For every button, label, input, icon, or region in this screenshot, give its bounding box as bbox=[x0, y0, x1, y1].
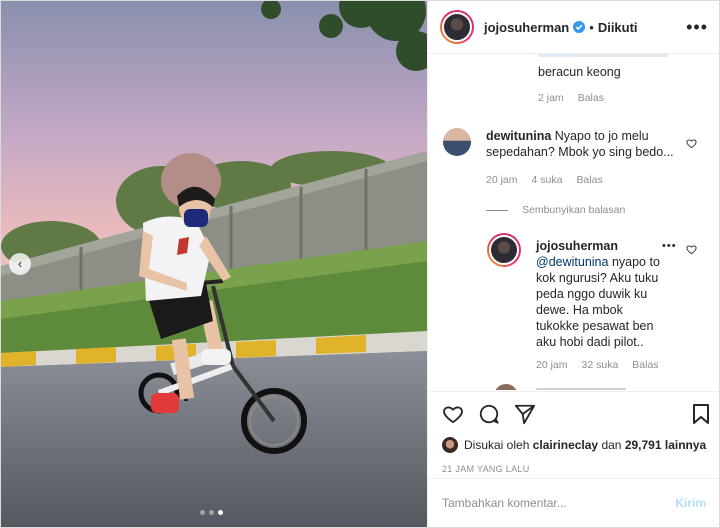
clipped-comment-fragment bbox=[536, 388, 626, 390]
carousel-indicator bbox=[200, 510, 223, 515]
avatar[interactable] bbox=[442, 437, 458, 453]
comment-meta: 2 jam Balas bbox=[538, 92, 604, 104]
reply-button[interactable]: Balas bbox=[632, 359, 658, 371]
comment-time[interactable]: 2 jam bbox=[538, 92, 564, 104]
reply-meta: 20 jam 32 suka Balas bbox=[536, 359, 659, 371]
post-comment-button[interactable]: Kirim bbox=[675, 496, 706, 510]
avatar[interactable] bbox=[440, 10, 474, 44]
liker-username[interactable]: clairineclay bbox=[533, 438, 598, 452]
post-actions: Disukai oleh clairineclay dan 29,791 lai… bbox=[428, 391, 719, 474]
post-author-username[interactable]: jojosuherman bbox=[484, 20, 569, 35]
comment-body: dewitunina Nyapo to jo melu sepedahan? M… bbox=[486, 128, 676, 160]
heart-icon[interactable] bbox=[686, 244, 697, 255]
reply-author-username[interactable]: jojosuherman bbox=[536, 239, 618, 253]
comment-time[interactable]: 20 jam bbox=[486, 174, 518, 186]
likes-joiner: dan bbox=[601, 438, 622, 452]
post-modal: ‹ jojosuherman • Diikuti ••• beracun keo… bbox=[0, 0, 720, 528]
reply-text: nyapo to kok ngurusi? Aku tuku peda nggo… bbox=[536, 255, 660, 349]
comment-meta: 20 jam 4 suka Balas bbox=[486, 174, 603, 186]
carousel-dot bbox=[209, 510, 214, 515]
more-options-icon[interactable]: ••• bbox=[686, 17, 708, 38]
previous-photo-button[interactable]: ‹ bbox=[9, 253, 31, 275]
post-photo[interactable]: ‹ bbox=[1, 1, 427, 527]
likes-count-link[interactable]: 29,791 lainnya bbox=[625, 438, 706, 452]
comment-input[interactable] bbox=[442, 496, 676, 510]
mention-link[interactable]: @dewitunina bbox=[536, 255, 608, 269]
add-comment-bar: Kirim bbox=[428, 478, 719, 527]
header-separator: • bbox=[589, 19, 594, 35]
avatar[interactable] bbox=[494, 384, 518, 390]
likes-summary: Disukai oleh clairineclay dan 29,791 lai… bbox=[442, 437, 706, 453]
likes-prefix: Disukai oleh bbox=[464, 438, 530, 452]
post-sidebar: jojosuherman • Diikuti ••• beracun keong… bbox=[427, 1, 719, 527]
avatar[interactable] bbox=[443, 128, 471, 156]
comment-text: beracun keong bbox=[538, 65, 621, 79]
comment-bubble-icon[interactable] bbox=[478, 403, 500, 425]
carousel-dot bbox=[200, 510, 205, 515]
post-header: jojosuherman • Diikuti ••• bbox=[428, 1, 719, 54]
carousel-dot-active bbox=[218, 510, 223, 515]
divider-line bbox=[486, 209, 508, 211]
chevron-left-icon: ‹ bbox=[17, 256, 23, 271]
comment-likes-count[interactable]: 4 suka bbox=[532, 174, 563, 186]
share-send-icon[interactable] bbox=[514, 403, 536, 425]
reply-time[interactable]: 20 jam bbox=[536, 359, 568, 371]
reply-body: jojosuherman @dewitunina nyapo to kok ng… bbox=[536, 238, 660, 350]
hide-replies-button[interactable]: Sembunyikan balasan bbox=[486, 204, 625, 216]
like-heart-icon[interactable] bbox=[442, 404, 464, 424]
comment-more-options-icon[interactable]: ••• bbox=[662, 240, 677, 252]
hide-replies-label: Sembunyikan balasan bbox=[522, 204, 626, 216]
reply-button[interactable]: Balas bbox=[576, 174, 602, 186]
heart-icon[interactable] bbox=[686, 138, 697, 149]
avatar[interactable] bbox=[487, 233, 521, 267]
clipped-comment-fragment bbox=[538, 54, 668, 57]
reply-likes-count[interactable]: 32 suka bbox=[582, 359, 619, 371]
save-bookmark-icon[interactable] bbox=[692, 403, 710, 425]
verified-badge-icon bbox=[573, 21, 586, 33]
photo-illustration bbox=[1, 1, 427, 527]
comment-author-username[interactable]: dewitunina bbox=[486, 129, 551, 143]
follow-status-button[interactable]: Diikuti bbox=[598, 20, 638, 35]
comment-list[interactable]: beracun keong 2 jam Balas dewitunina Nya… bbox=[428, 54, 719, 390]
post-timestamp[interactable]: 21 JAM YANG LALU bbox=[442, 464, 530, 474]
reply-button[interactable]: Balas bbox=[578, 92, 604, 104]
